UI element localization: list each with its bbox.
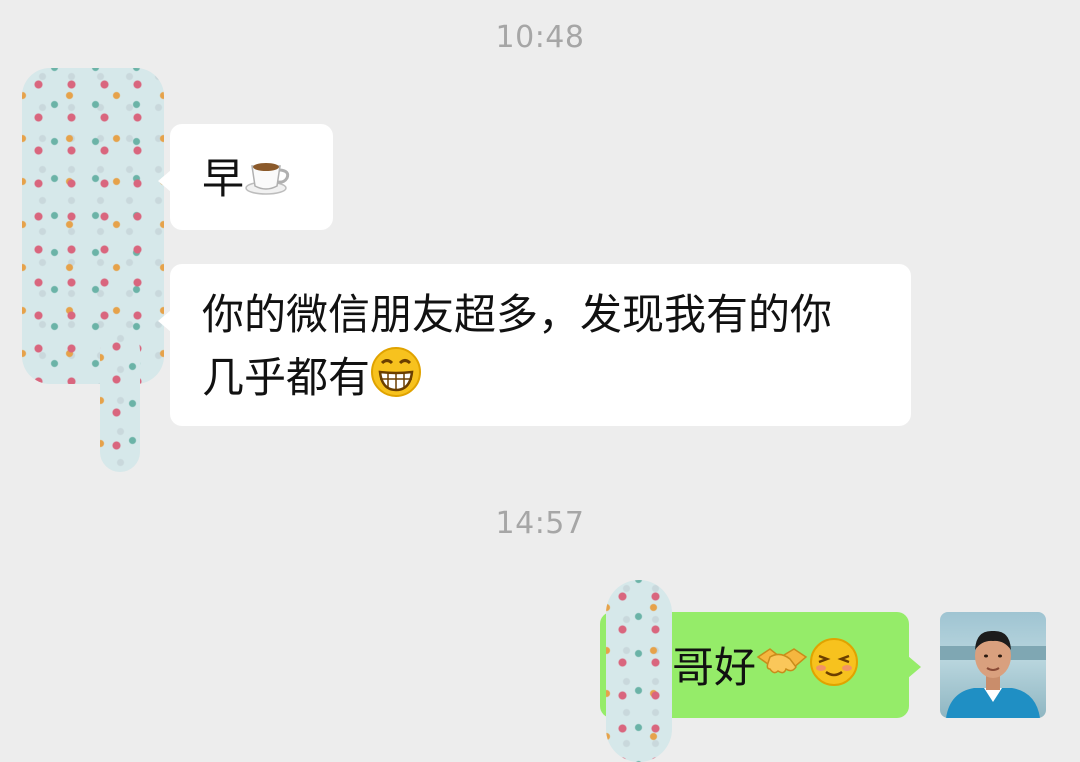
message-bubble-incoming[interactable]: 你的微信朋友超多，发现我有的你 几乎都有: [158, 264, 911, 426]
smiling-face-emoji: [808, 636, 860, 705]
redacted-text: [606, 580, 672, 762]
message-bubble-incoming[interactable]: 早: [158, 124, 333, 230]
redacted-avatar: [22, 68, 164, 384]
grinning-face-emoji: [370, 346, 422, 415]
message-text: 哥好: [672, 643, 757, 692]
message-text-line: 几乎都有: [202, 353, 371, 402]
timestamp: 14:57: [495, 506, 585, 541]
message-text-line: 你的微信朋友超多，发现我有的你: [202, 290, 833, 339]
avatar[interactable]: [940, 612, 1046, 718]
handshake-emoji: [756, 639, 808, 702]
hot-beverage-emoji: [244, 151, 292, 213]
message-text: 早: [202, 154, 245, 203]
timestamp: 10:48: [495, 20, 585, 55]
redacted-avatar-drip: [100, 330, 140, 472]
